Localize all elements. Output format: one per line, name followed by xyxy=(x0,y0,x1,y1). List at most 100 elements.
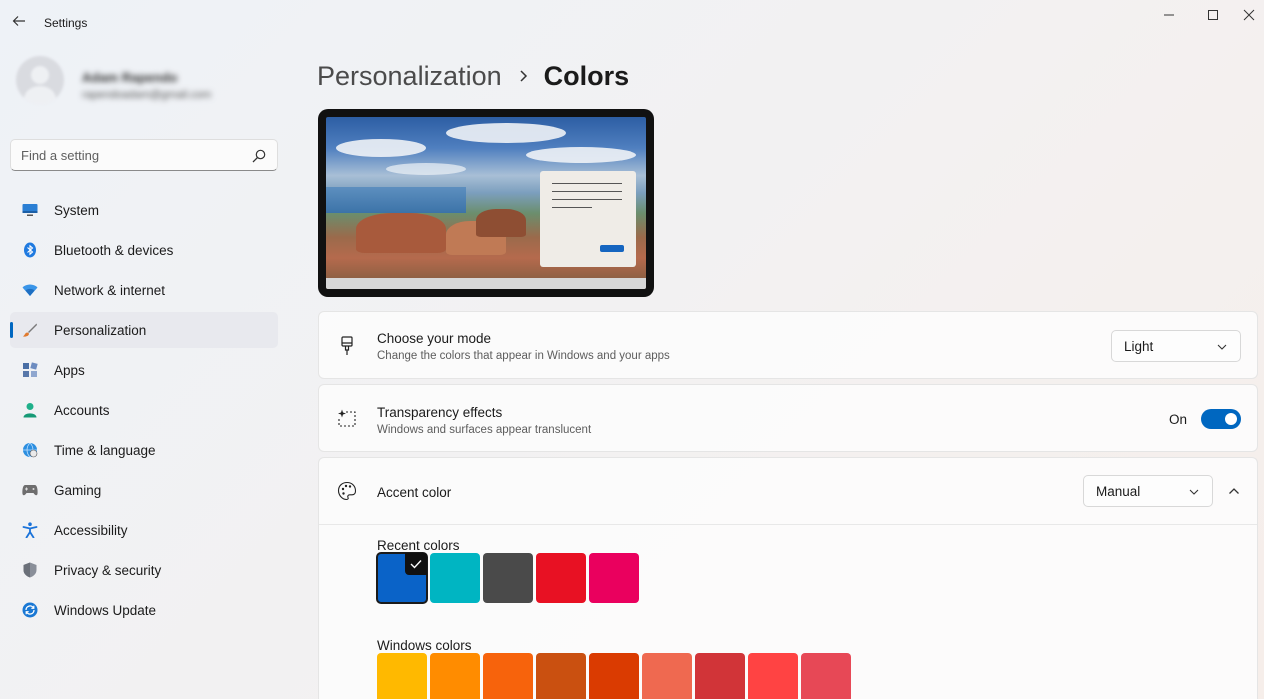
cloud-shape xyxy=(526,147,636,163)
sidebar-item-label: Accounts xyxy=(54,403,110,418)
windows-color-swatch[interactable] xyxy=(483,653,533,699)
recent-colors-label: Recent colors xyxy=(377,538,460,553)
update-icon xyxy=(22,602,38,618)
globe-clock-icon xyxy=(22,442,38,458)
brush-icon xyxy=(22,322,38,338)
mode-dropdown-value: Light xyxy=(1124,339,1154,354)
minimize-icon xyxy=(1164,14,1174,16)
windows-colors-label: Windows colors xyxy=(377,638,472,653)
sample-text-line xyxy=(552,207,592,208)
sidebar-item-label: Windows Update xyxy=(54,603,157,618)
close-icon xyxy=(1243,9,1255,21)
sidebar-item-gaming[interactable]: Gaming xyxy=(10,472,278,508)
mode-card: Choose your mode Change the colors that … xyxy=(318,311,1258,379)
windows-color-swatch[interactable] xyxy=(748,653,798,699)
windows-color-swatch[interactable] xyxy=(589,653,639,699)
toggle-knob xyxy=(1225,413,1237,425)
window-title: Settings xyxy=(44,16,88,30)
recent-color-swatch[interactable] xyxy=(589,553,639,603)
wifi-icon xyxy=(22,282,38,298)
recent-color-swatch[interactable] xyxy=(536,553,586,603)
transparency-subtitle: Windows and surfaces appear translucent xyxy=(377,424,592,436)
accent-collapse-button[interactable] xyxy=(1222,479,1246,503)
sample-text-line xyxy=(552,183,622,184)
accessibility-icon xyxy=(22,522,38,538)
sidebar-item-system[interactable]: System xyxy=(10,192,278,228)
theme-preview xyxy=(318,109,654,297)
sidebar-item-privacy-security[interactable]: Privacy & security xyxy=(10,552,278,588)
recent-colors-row xyxy=(376,552,639,604)
avatar xyxy=(16,56,64,104)
search-box[interactable]: Find a setting xyxy=(10,139,278,171)
sidebar-item-label: Time & language xyxy=(54,443,156,458)
close-button[interactable] xyxy=(1234,2,1264,28)
bluetooth-icon xyxy=(22,242,38,258)
mode-subtitle: Change the colors that appear in Windows… xyxy=(377,350,670,362)
accent-dropdown[interactable]: Manual xyxy=(1083,475,1213,507)
user-profile[interactable]: Adam Rapendo rapendoadam@gmail.com xyxy=(16,52,278,116)
transparency-title: Transparency effects xyxy=(377,405,503,420)
sidebar-item-windows-update[interactable]: Windows Update xyxy=(10,592,278,628)
recent-color-swatch[interactable] xyxy=(430,553,480,603)
minimize-button[interactable] xyxy=(1146,2,1192,28)
accent-card: Accent color Manual Recent colors Window… xyxy=(318,457,1258,699)
search-icon xyxy=(252,149,266,163)
monitor-icon xyxy=(22,202,38,218)
divider xyxy=(319,524,1257,525)
chevron-up-icon xyxy=(1229,488,1239,494)
palette-icon xyxy=(337,481,357,501)
chevron-down-icon xyxy=(1217,344,1227,350)
transparency-card: Transparency effects Windows and surface… xyxy=(318,384,1258,452)
sidebar-item-label: Privacy & security xyxy=(54,563,162,578)
wallpaper-preview xyxy=(326,117,646,289)
sample-accent-button xyxy=(600,245,624,252)
ruin-shape xyxy=(476,209,526,237)
transparency-state-label: On xyxy=(1169,412,1188,427)
maximize-icon xyxy=(1208,10,1218,20)
windows-color-swatch[interactable] xyxy=(377,653,427,699)
windows-color-swatch[interactable] xyxy=(642,653,692,699)
mode-dropdown[interactable]: Light xyxy=(1111,330,1241,362)
maximize-button[interactable] xyxy=(1190,2,1236,28)
sidebar-item-accessibility[interactable]: Accessibility xyxy=(10,512,278,548)
chevron-right-icon xyxy=(502,69,544,83)
sample-window xyxy=(540,171,636,267)
cloud-shape xyxy=(386,163,466,175)
sidebar-item-network[interactable]: Network & internet xyxy=(10,272,278,308)
search-input[interactable]: Find a setting xyxy=(21,148,99,163)
sidebar-item-label: Network & internet xyxy=(54,283,166,298)
windows-color-swatch[interactable] xyxy=(536,653,586,699)
windows-colors-row xyxy=(377,653,851,699)
sidebar-item-label: Gaming xyxy=(54,483,102,498)
page-title: Colors xyxy=(543,60,630,91)
windows-color-swatch[interactable] xyxy=(430,653,480,699)
sidebar-item-label: Accessibility xyxy=(54,523,128,538)
sample-text-line xyxy=(552,199,622,200)
sidebar-item-label: System xyxy=(54,203,100,218)
cloud-shape xyxy=(336,139,426,157)
sidebar-item-apps[interactable]: Apps xyxy=(10,352,278,388)
person-icon xyxy=(22,402,38,418)
title-bar: Settings xyxy=(0,0,1264,44)
checkmark-icon xyxy=(405,553,427,575)
sidebar-item-accounts[interactable]: Accounts xyxy=(10,392,278,428)
recent-color-swatch[interactable] xyxy=(483,553,533,603)
sidebar-item-bluetooth[interactable]: Bluetooth & devices xyxy=(10,232,278,268)
profile-email: rapendoadam@gmail.com xyxy=(82,89,212,101)
back-button[interactable] xyxy=(8,10,30,32)
sidebar-item-label: Bluetooth & devices xyxy=(54,243,174,258)
chevron-down-icon xyxy=(1189,489,1199,495)
sidebar-item-label: Personalization xyxy=(54,323,147,338)
sidebar-item-personalization[interactable]: Personalization xyxy=(10,312,278,348)
recent-color-swatch[interactable] xyxy=(376,552,428,604)
sidebar-item-label: Apps xyxy=(54,363,85,378)
breadcrumb-parent-link[interactable]: Personalization xyxy=(317,61,502,92)
transparency-toggle[interactable] xyxy=(1201,409,1241,429)
breadcrumb: Personalization Colors xyxy=(317,56,629,96)
windows-color-swatch[interactable] xyxy=(801,653,851,699)
accent-dropdown-value: Manual xyxy=(1096,484,1141,499)
sidebar-item-time-language[interactable]: Time & language xyxy=(10,432,278,468)
gamepad-icon xyxy=(22,482,38,498)
sample-text-line xyxy=(552,191,622,192)
windows-color-swatch[interactable] xyxy=(695,653,745,699)
